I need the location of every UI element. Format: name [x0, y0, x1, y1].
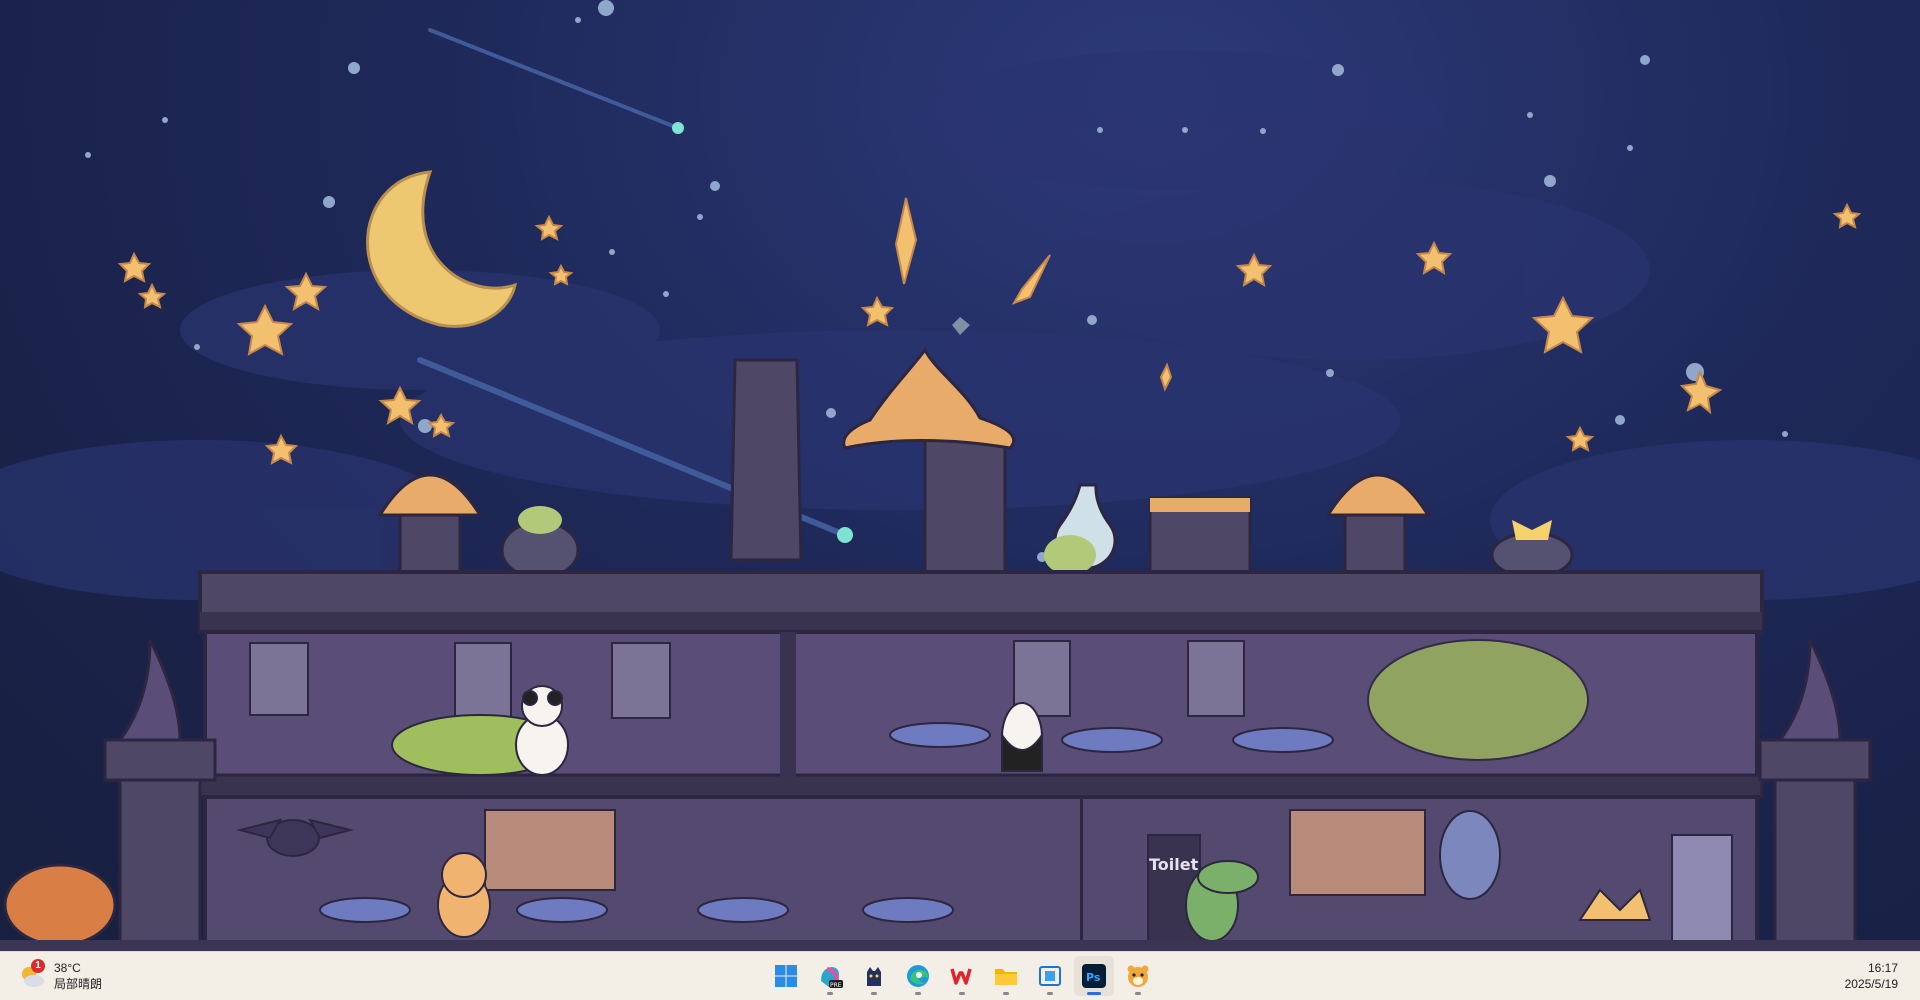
clock-time: 16:17 [1867, 961, 1898, 975]
clock-date: 2025/5/19 [1844, 977, 1898, 991]
partly-sunny-icon: 1 [18, 959, 46, 990]
taskbar-app-edge[interactable] [898, 956, 938, 996]
svg-text:Ps: Ps [1086, 971, 1101, 984]
taskbar-app-photoshop[interactable]: Ps [1074, 956, 1114, 996]
taskbar-apps: PRE Ps [766, 956, 1158, 996]
folder-icon [995, 969, 1017, 985]
svg-text:PRE: PRE [830, 982, 842, 989]
black-cat-icon [867, 967, 881, 986]
edge-browser-icon [907, 965, 929, 987]
taskbar: 1 38°C 局部晴朗 PRE Ps 16:17 2025/5/19 [0, 951, 1920, 1000]
taskbar-app-file-explorer[interactable] [986, 956, 1026, 996]
weather-widget[interactable]: 1 38°C 局部晴朗 [18, 958, 102, 994]
photoshop-icon: Ps [1082, 964, 1106, 988]
weather-condition: 局部晴朗 [54, 977, 103, 991]
taskbar-app-pet[interactable] [1118, 956, 1158, 996]
clock[interactable]: 16:17 2025/5/19 [1845, 960, 1898, 992]
weather-temperature: 38°C [54, 961, 81, 975]
taskbar-app-wps[interactable] [942, 956, 982, 996]
window-icon [1039, 966, 1061, 986]
notification-badge: 1 [31, 959, 45, 973]
desktop-wallpaper: Toilet [0, 0, 1920, 951]
taskbar-app-copilot[interactable]: PRE [810, 956, 850, 996]
tiger-face-icon [1127, 965, 1149, 987]
wps-office-icon [950, 968, 972, 985]
copilot-icon: PRE [821, 967, 843, 989]
start-button[interactable] [766, 956, 806, 996]
taskbar-app-cat[interactable] [854, 956, 894, 996]
windows-logo-icon [775, 965, 797, 987]
castle-scene: Toilet [0, 0, 1920, 951]
toilet-sign: Toilet [1149, 855, 1199, 874]
taskbar-app-task-view[interactable] [1030, 956, 1070, 996]
